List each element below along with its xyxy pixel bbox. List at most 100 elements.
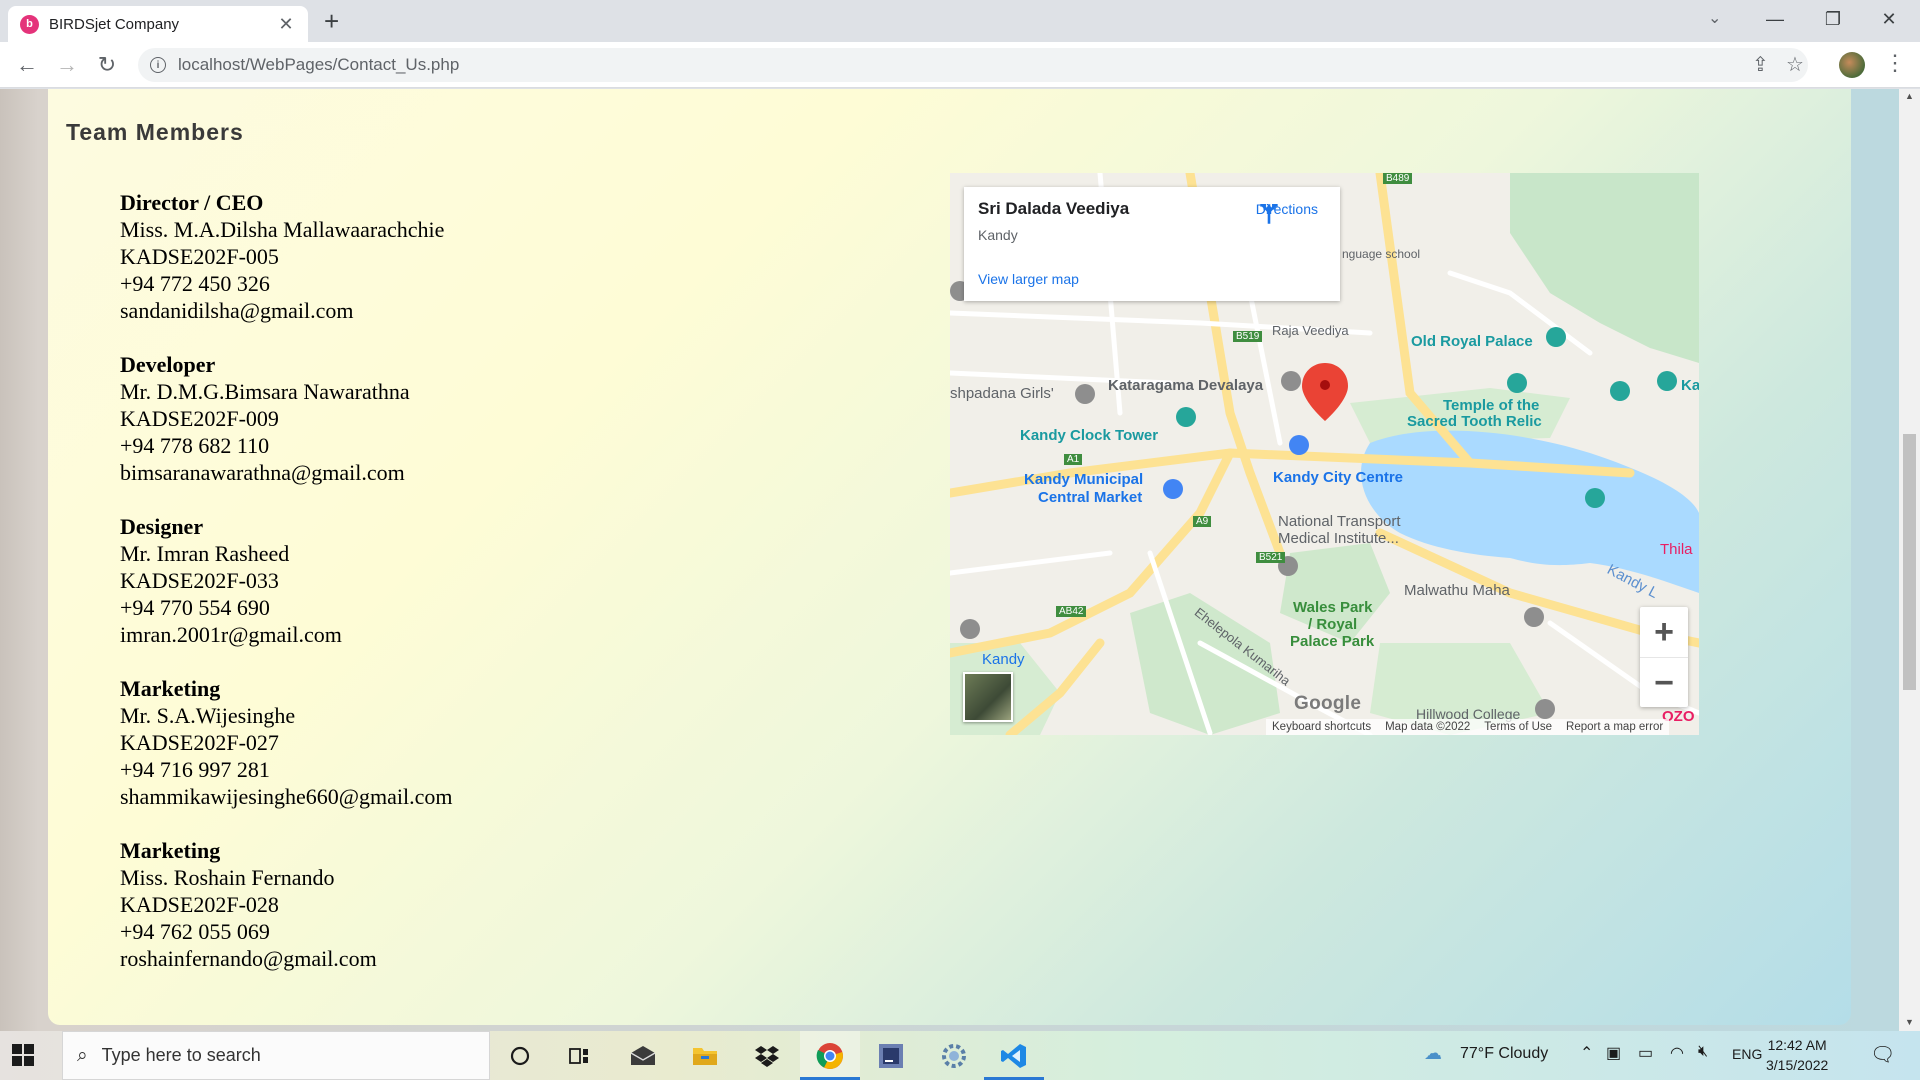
windows-taskbar: ⌕ Type here to search ☁ 77°F Cloudy ⌃ ▣ … <box>0 1031 1920 1080</box>
scroll-up-arrow-icon[interactable]: ▲ <box>1903 91 1916 101</box>
address-bar[interactable]: i localhost/WebPages/Contact_Us.php ⇪ ☆ <box>138 48 1808 82</box>
directions-icon <box>1260 204 1278 224</box>
keyboard-shortcuts-link[interactable]: Keyboard shortcuts <box>1272 719 1371 735</box>
member-email: shammikawijesinghe660@gmail.com <box>120 784 453 809</box>
browser-toolbar: ← → ↻ i localhost/WebPages/Contact_Us.ph… <box>0 42 1920 88</box>
share-icon[interactable]: ⇪ <box>1752 52 1769 77</box>
member-role: Marketing <box>120 838 221 863</box>
poi-municipal-line-2[interactable]: Central Market <box>1038 489 1142 506</box>
battery-icon[interactable]: ▭ <box>1638 1043 1653 1063</box>
member-email: imran.2001r@gmail.com <box>120 622 342 647</box>
member-phone: +94 772 450 326 <box>120 271 270 296</box>
file-explorer-icon[interactable] <box>688 1039 722 1073</box>
poi-kandy-city-centre[interactable]: Kandy City Centre <box>1273 469 1403 486</box>
notifications-icon[interactable]: 🗨︎ <box>1870 1042 1895 1067</box>
poi-pushpadana[interactable]: shpadana Girls' <box>950 385 1054 402</box>
mail-icon[interactable] <box>626 1039 660 1073</box>
volume-muted-icon[interactable]: 🔇︎ <box>1698 1043 1708 1061</box>
weather-cloud-icon[interactable]: ☁ <box>1424 1043 1442 1064</box>
map-zoom-controls: + − <box>1640 607 1688 707</box>
road-badge: B521 <box>1256 552 1286 563</box>
terms-of-use-link[interactable]: Terms of Use <box>1484 719 1552 735</box>
map-data-text: Map data ©2022 <box>1385 721 1471 733</box>
poi-wales-park-line-3[interactable]: Palace Park <box>1290 633 1374 650</box>
directions-button[interactable]: Directions <box>1256 201 1318 224</box>
road-badge: AB42 <box>1056 606 1087 617</box>
poi-old-royal-palace[interactable]: Old Royal Palace <box>1411 333 1533 350</box>
back-arrow-icon[interactable]: ← <box>12 50 42 80</box>
poi-kandy-clock-tower[interactable]: Kandy Clock Tower <box>1020 427 1158 444</box>
poi-wales-park-line-1[interactable]: Wales Park <box>1293 599 1373 616</box>
street-raja-veediya: Raja Veediya <box>1272 323 1349 338</box>
tray-chevron-up-icon[interactable]: ⌃ <box>1580 1043 1593 1063</box>
new-tab-button[interactable]: + <box>324 6 339 36</box>
poi-language-school[interactable]: nguage school <box>1342 247 1420 261</box>
member-role: Developer <box>120 352 216 377</box>
vscode-taskbar-button[interactable] <box>984 1031 1044 1080</box>
bookmark-star-icon[interactable]: ☆ <box>1786 52 1804 77</box>
road-badge: B489 <box>1383 173 1413 184</box>
poi-temple-line-2[interactable]: Sacred Tooth Relic <box>1407 413 1542 430</box>
close-tab-icon[interactable]: ✕ <box>276 14 296 35</box>
language-indicator[interactable]: ENG <box>1732 1046 1762 1062</box>
browser-tab[interactable]: b BIRDSjet Company ✕ <box>8 6 308 42</box>
url-text: localhost/WebPages/Contact_Us.php <box>178 55 460 74</box>
zoom-in-button[interactable]: + <box>1640 607 1688 657</box>
contact-card: Team Members Director / CEO Miss. M.A.Di… <box>48 89 1851 1025</box>
profile-avatar[interactable] <box>1839 52 1865 78</box>
member-name: Miss. Roshain Fernando <box>120 865 335 890</box>
windows-start-icon[interactable] <box>12 1044 34 1066</box>
reload-icon[interactable]: ↻ <box>92 50 122 80</box>
weather-text[interactable]: 77°F Cloudy <box>1460 1045 1548 1063</box>
dropbox-icon[interactable] <box>750 1039 784 1073</box>
member-phone: +94 762 055 069 <box>120 919 270 944</box>
site-info-icon[interactable]: i <box>150 57 166 73</box>
tab-search-chevron-icon[interactable]: ⌄ <box>1708 8 1721 28</box>
site-favicon-icon: b <box>20 14 39 34</box>
poi-thila[interactable]: Thila <box>1660 541 1693 558</box>
poi-nti-line-2[interactable]: Medical Institute... <box>1278 530 1399 547</box>
view-larger-map-link[interactable]: View larger map <box>978 271 1079 287</box>
cortana-icon[interactable] <box>503 1039 537 1073</box>
member-name: Mr. Imran Rasheed <box>120 541 290 566</box>
report-map-error-link[interactable]: Report a map error <box>1566 719 1663 735</box>
wifi-icon[interactable]: ◠ <box>1670 1043 1684 1063</box>
poi-kataragama-devalaya[interactable]: Kataragama Devalaya <box>1108 377 1263 394</box>
scroll-down-arrow-icon[interactable]: ▼ <box>1903 1017 1916 1027</box>
restore-button[interactable]: ❐ <box>1810 4 1856 34</box>
member-phone: +94 770 554 690 <box>120 595 270 620</box>
embedded-map[interactable]: Old Royal Palace Temple of the Sacred To… <box>950 173 1699 735</box>
member-role: Designer <box>120 514 204 539</box>
phpstorm-icon[interactable] <box>874 1039 908 1073</box>
tab-title: BIRDSjet Company <box>49 15 180 33</box>
poi-nti-line-1[interactable]: National Transport <box>1278 513 1401 530</box>
satellite-layer-toggle[interactable] <box>963 672 1013 722</box>
forward-arrow-icon[interactable]: → <box>52 50 82 80</box>
team-member: Director / CEO Miss. M.A.Dilsha Mallawaa… <box>120 189 452 324</box>
chrome-menu-icon[interactable]: ⋮ <box>1884 50 1906 76</box>
minimize-button[interactable]: — <box>1752 4 1798 34</box>
close-window-button[interactable]: ✕ <box>1866 4 1912 34</box>
zoom-out-button[interactable]: − <box>1640 657 1688 707</box>
settings-gear-icon[interactable] <box>937 1039 971 1073</box>
system-clock[interactable]: 12:42 AM 3/15/2022 <box>1766 1035 1828 1075</box>
member-phone: +94 716 997 281 <box>120 757 270 782</box>
member-id: KADSE202F-028 <box>120 892 279 917</box>
search-placeholder: Type here to search <box>101 1045 261 1065</box>
road-badge: A9 <box>1193 516 1212 527</box>
poi-temple-line-1[interactable]: Temple of the <box>1443 397 1539 414</box>
poi-malwathu-maha[interactable]: Malwathu Maha <box>1404 582 1510 599</box>
section-title: Team Members <box>66 119 244 145</box>
taskbar-search-box[interactable]: ⌕ Type here to search <box>62 1031 490 1080</box>
scrollbar-thumb[interactable] <box>1903 434 1916 690</box>
road-badge: B519 <box>1233 331 1263 342</box>
poi-kandy-station[interactable]: Kandy <box>982 651 1025 668</box>
member-id: KADSE202F-009 <box>120 406 279 431</box>
poi-ka[interactable]: Ka <box>1681 377 1699 394</box>
tray-network-monitor-icon[interactable]: ▣ <box>1606 1043 1621 1063</box>
poi-wales-park-line-2[interactable]: / Royal <box>1308 616 1357 633</box>
task-view-icon[interactable] <box>562 1039 596 1073</box>
member-name: Mr. D.M.G.Bimsara Nawarathna <box>120 379 410 404</box>
poi-municipal-line-1[interactable]: Kandy Municipal <box>1024 471 1143 488</box>
chrome-taskbar-button[interactable] <box>800 1031 860 1080</box>
